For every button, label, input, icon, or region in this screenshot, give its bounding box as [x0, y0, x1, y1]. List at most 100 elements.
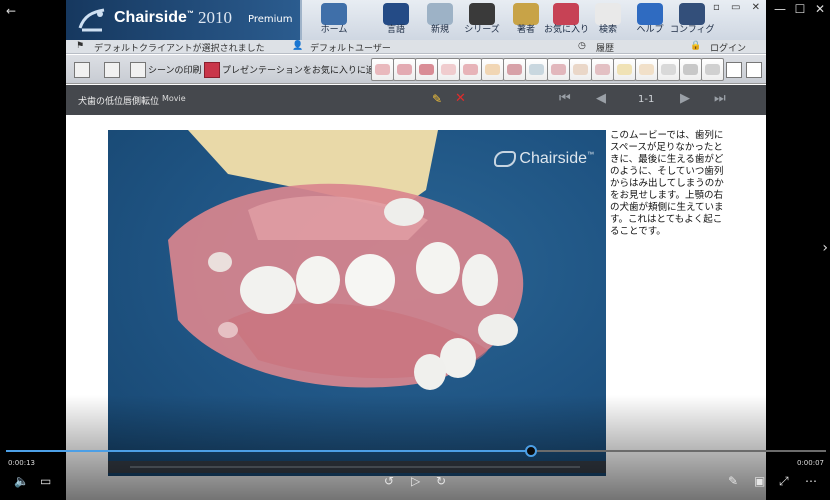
print-scene-button[interactable]: シーンの印刷 — [130, 59, 202, 79]
teeth-search-icon — [595, 3, 621, 25]
logo: Chairside™ 2010 Premium — [66, 0, 302, 40]
expand-button[interactable] — [726, 59, 742, 79]
toolbar-button-4[interactable]: 著者 — [504, 2, 548, 40]
movie-title: 犬歯の低位唇側転位 — [78, 97, 160, 107]
clapper-icon — [469, 3, 495, 25]
toolbar-button-8[interactable]: コンフィグ — [670, 2, 715, 40]
flag-icon: ⚑ — [76, 41, 85, 51]
brand-year: 2010 — [198, 8, 232, 27]
toolbar-button-0[interactable]: ホーム — [312, 2, 356, 40]
more-options-icon[interactable]: ⋯ — [805, 474, 817, 488]
play-icon[interactable]: ▷ — [411, 474, 420, 488]
toolbar-button-2[interactable]: 新規 — [418, 2, 462, 40]
app-window-controls[interactable]: ▫ ▭ ✕ — [713, 2, 764, 13]
favorites-icon — [553, 3, 579, 25]
scene-thumbnail[interactable] — [679, 58, 702, 81]
help-icon — [637, 3, 663, 25]
brand-name: Chairside™ — [114, 9, 194, 26]
dental-chair-icon — [321, 3, 347, 25]
scene-thumbnail[interactable] — [635, 58, 658, 81]
scene-thumbnail[interactable] — [437, 58, 460, 81]
toolbar-button-label: 著者 — [516, 25, 535, 35]
seek-bar[interactable] — [6, 445, 826, 457]
movie-description: このムービーでは、歯列にスペースが足りなかったときに、最後に生える歯がどのように… — [610, 130, 724, 237]
toolbar-button-label: シリーズ — [464, 25, 500, 35]
next-arrow-icon[interactable]: ▶ — [680, 91, 690, 106]
print-scene-label: シーンの印刷 — [148, 66, 202, 76]
history-link[interactable]: 履歴 — [596, 41, 614, 54]
scene-thumbnail[interactable] — [503, 58, 526, 81]
back-arrow-icon[interactable]: ← — [6, 4, 16, 18]
scene-thumbnail[interactable] — [613, 58, 636, 81]
grid-icon — [74, 61, 90, 78]
toolbar-button-7[interactable]: ヘルプ — [628, 2, 672, 40]
delete-x-icon[interactable]: ✕ — [455, 91, 466, 106]
scene-thumbnail[interactable] — [701, 58, 724, 81]
client-status: デフォルトクライアントが選択されました — [94, 44, 265, 54]
expand-icon — [726, 61, 742, 78]
fullscreen-icon[interactable]: ⤢ — [779, 474, 789, 489]
present-button[interactable] — [746, 59, 762, 79]
current-time: 0:00:13 — [8, 459, 35, 467]
config-icon — [679, 3, 705, 25]
close-icon[interactable]: ✕ — [810, 2, 830, 16]
scene-thumbnail[interactable] — [657, 58, 680, 81]
rewind-10-icon[interactable]: ↺ — [384, 474, 394, 488]
watermark-logo-icon — [494, 150, 517, 167]
login-link[interactable]: ログイン — [710, 41, 746, 54]
scene-icon-button[interactable] — [104, 59, 120, 79]
scene-thumbnail[interactable] — [481, 58, 504, 81]
language-icon — [383, 3, 409, 25]
toolbar-button-5[interactable]: お気に入り — [544, 2, 590, 40]
movie-title-bar: 犬歯の低位唇側転位 Movie ✎ ✕ ⏮ ◀ 1-1 ▶ ⏭ — [66, 85, 766, 115]
duration: 0:00:07 — [797, 459, 824, 467]
heart-icon — [204, 61, 220, 78]
toolbar-button-3[interactable]: シリーズ — [460, 2, 504, 40]
app-header: Chairside™ 2010 Premium ホーム 言語 新規 シリーズ 著者 お気に… — [66, 0, 766, 40]
captions-icon[interactable]: ▭ — [40, 474, 51, 488]
author-icon — [513, 3, 539, 25]
forward-30-icon[interactable]: ↻ — [436, 474, 446, 488]
toolbar-button-label: 言語 — [386, 25, 405, 35]
volume-icon[interactable]: 🔈 — [14, 474, 29, 488]
seek-progress — [6, 450, 531, 452]
scene-icon — [104, 61, 120, 78]
maximize-icon[interactable]: ☐ — [790, 2, 810, 16]
toolbar-button-label: ヘルプ — [636, 25, 664, 35]
lock-icon: 🔒 — [690, 41, 702, 51]
scene-thumbnail[interactable] — [591, 58, 614, 81]
present-icon — [746, 61, 762, 78]
toolbar-button-label: コンフィグ — [670, 25, 715, 35]
toolbar-button-label: 新規 — [430, 25, 449, 35]
scene-thumbnail[interactable] — [459, 58, 482, 81]
mini-view-icon[interactable]: ▣ — [754, 474, 765, 488]
pen-icon[interactable]: ✎ — [728, 474, 738, 488]
fullscreen-grid-button[interactable] — [74, 59, 90, 79]
scene-thumbnail[interactable] — [569, 58, 592, 81]
previous-arrow-icon[interactable]: ◀ — [596, 91, 606, 106]
edit-pencil-icon[interactable]: ✎ — [432, 92, 442, 106]
user-name[interactable]: デフォルトユーザー — [310, 41, 391, 54]
scene-thumbnail[interactable] — [393, 58, 416, 81]
scene-thumbnail[interactable] — [525, 58, 548, 81]
next-chevron-icon[interactable]: › — [822, 240, 828, 256]
new-icon — [427, 3, 453, 25]
user-icon: 👤 — [292, 41, 304, 51]
history-icon[interactable]: ◷ — [578, 41, 586, 51]
seek-handle[interactable] — [524, 445, 537, 457]
scene-thumbnail[interactable] — [547, 58, 570, 81]
minimize-icon[interactable]: — — [770, 2, 790, 16]
scene-thumbnail[interactable] — [371, 58, 394, 81]
page-indicator: 1-1 — [638, 94, 655, 105]
toolbar-button-6[interactable]: 検索 — [586, 2, 630, 40]
toolbar-button-label: 検索 — [598, 25, 617, 35]
scene-thumbnail[interactable] — [415, 58, 438, 81]
last-page-icon[interactable]: ⏭ — [714, 91, 726, 106]
toolbar-button-1[interactable]: 言語 — [374, 2, 418, 40]
status-bar: ⚑ デフォルトクライアントが選択されました 👤 デフォルトユーザー ◷ 履歴 🔒… — [66, 40, 766, 54]
dental-chair-logo-icon — [78, 8, 105, 32]
add-favorite-button[interactable]: プレゼンテーションをお気に入りに追加 — [204, 59, 384, 79]
first-page-icon[interactable]: ⏮ — [559, 91, 571, 106]
video-player: ← □ — ☐ ✕ › Chairside™ 2010 Premium ホーム言… — [0, 0, 830, 500]
toolbar-button-label: お気に入り — [544, 25, 590, 35]
